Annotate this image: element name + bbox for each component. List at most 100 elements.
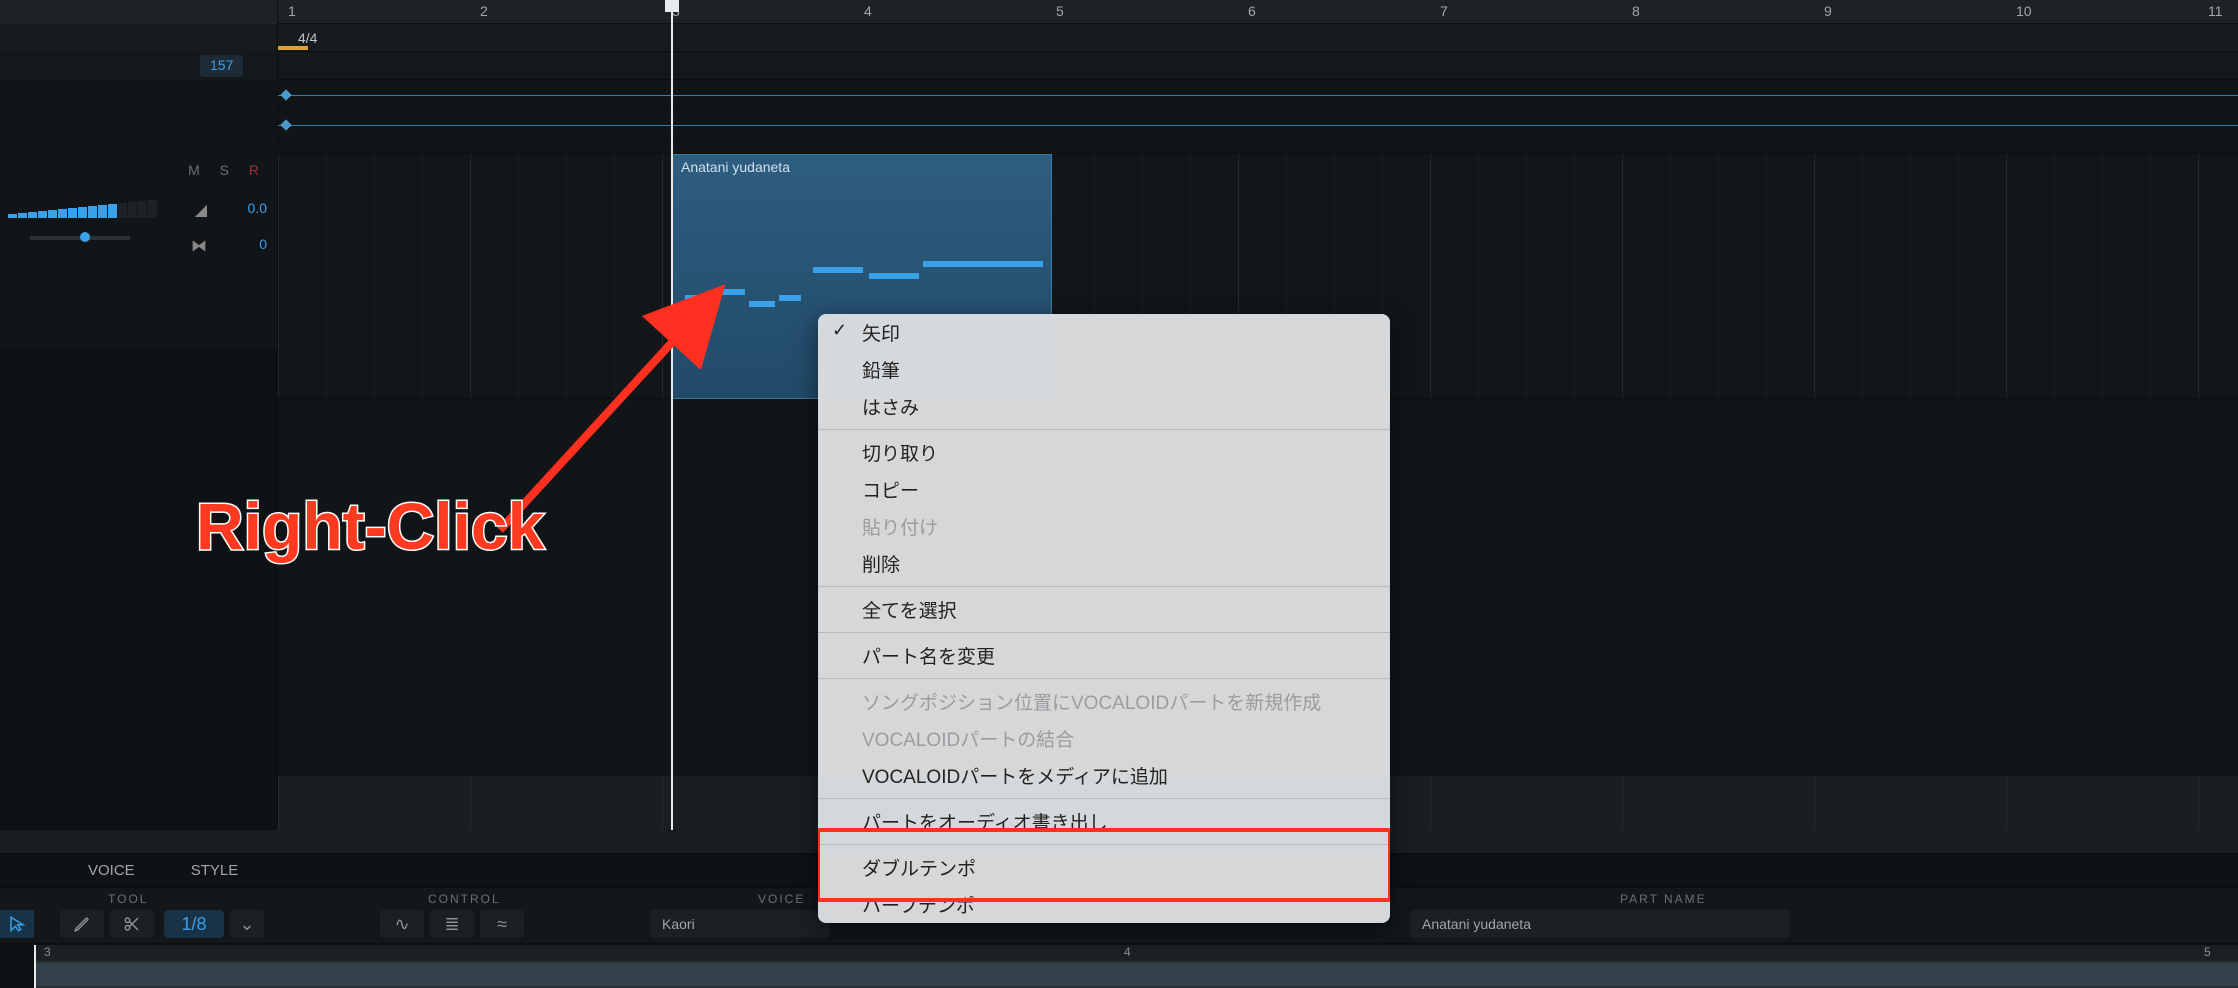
voice-select[interactable]: Kaori — [650, 910, 830, 938]
group-label-partname: PART NAME — [1620, 892, 1707, 906]
control-vibrato-button[interactable]: ≈ — [480, 910, 524, 938]
ruler-bar-num: 1 — [288, 3, 296, 19]
pan-value[interactable]: 0 — [259, 236, 267, 252]
tempo-row[interactable]: 157 — [0, 52, 2238, 80]
global-lane-spacer — [0, 140, 2238, 154]
record-button[interactable]: R — [249, 162, 267, 178]
ruler-bar-num: 2 — [480, 3, 488, 19]
global-lane-1[interactable] — [0, 80, 2238, 110]
track-header[interactable]: M S R ◢ 0.0 ⧓ 0 — [0, 154, 278, 349]
timesig-value[interactable]: 4/4 — [290, 27, 325, 49]
tool-scissors-button[interactable] — [110, 910, 154, 938]
mute-button[interactable]: M — [188, 162, 208, 178]
ctx-item-rename-part[interactable]: パート名を変更 — [818, 637, 1390, 674]
ctx-item-label: コピー — [862, 481, 919, 502]
playhead[interactable] — [671, 0, 673, 830]
tab-voice[interactable]: VOICE — [60, 853, 163, 887]
global-node[interactable] — [280, 119, 291, 130]
ctx-separator — [818, 586, 1390, 587]
solo-button[interactable]: S — [220, 162, 237, 178]
mini-clip[interactable] — [34, 963, 2238, 986]
ctx-item-label: ソングポジション位置にVOCALOIDパートを新規作成 — [862, 693, 1321, 714]
tab-style[interactable]: STYLE — [163, 853, 267, 887]
volume-icon: ◢ — [195, 200, 207, 220]
quantize-select[interactable]: 1/8 — [164, 910, 224, 938]
volume-db[interactable]: 0.0 — [248, 200, 267, 216]
ctx-item-label: パート名を変更 — [862, 647, 995, 668]
tool-pencil-button[interactable] — [60, 910, 104, 938]
ctx-item-label: はさみ — [862, 398, 919, 419]
track-state-buttons: M S R — [188, 162, 267, 178]
annotation-label: Right-Click — [196, 488, 544, 564]
ctx-item-half-tempo[interactable]: ハーフテンポ — [818, 886, 1390, 923]
ctx-separator — [818, 429, 1390, 430]
ctx-item-label: ダブルテンポ — [862, 859, 976, 880]
ruler-bar-num: 9 — [1824, 3, 1832, 19]
group-label-voice: VOICE — [758, 892, 805, 906]
control-pitch-button[interactable]: ∿ — [380, 910, 424, 938]
global-lane-gutter — [0, 80, 278, 110]
ctx-item-arrow[interactable]: ✓ 矢印 — [818, 314, 1390, 351]
track-list-empty[interactable] — [0, 349, 278, 830]
mini-bar-num: 5 — [2204, 945, 2211, 959]
pan-slider-knob[interactable] — [80, 232, 90, 242]
ctx-separator — [818, 678, 1390, 679]
tempo-gutter: 157 — [0, 52, 278, 80]
mini-timeline[interactable]: 3 4 5 — [0, 944, 2238, 988]
volume-meter[interactable] — [8, 204, 168, 218]
context-menu: ✓ 矢印 鉛筆 はさみ 切り取り コピー 貼り付け 削除 全てを選択 パート名を… — [818, 314, 1390, 923]
partname-field[interactable]: Anatani yudaneta — [1410, 910, 1790, 938]
cursor-tool-button[interactable] — [0, 910, 34, 938]
bar-ruler[interactable]: 1 2 3 4 5 6 7 8 9 10 11 — [0, 0, 2238, 24]
ctx-item-label: パートをオーディオ書き出し — [862, 813, 1108, 834]
ruler-bar-num: 6 — [1248, 3, 1256, 19]
ctx-item-label: 切り取り — [862, 444, 938, 465]
ctx-item-paste: 貼り付け — [818, 508, 1390, 545]
ctx-item-new-part-at-songpos: ソングポジション位置にVOCALOIDパートを新規作成 — [818, 683, 1390, 720]
checkmark-icon: ✓ — [832, 320, 847, 341]
global-line — [278, 125, 2238, 126]
ctx-item-add-to-media[interactable]: VOCALOIDパートをメディアに追加 — [818, 757, 1390, 794]
voice-value: Kaori — [662, 916, 695, 932]
ruler-bar-num: 11 — [2208, 3, 2223, 19]
ctx-item-select-all[interactable]: 全てを選択 — [818, 591, 1390, 628]
quantize-dropdown-button[interactable]: ⌄ — [230, 910, 264, 938]
clip-title: Anatani yudaneta — [673, 155, 1051, 179]
timesig-gutter — [0, 24, 278, 52]
chevron-down-icon: ⌄ — [239, 914, 254, 935]
mini-lane[interactable] — [34, 961, 2238, 988]
ctx-item-label: ハーフテンポ — [862, 896, 975, 917]
ctx-item-pencil[interactable]: 鉛筆 — [818, 351, 1390, 388]
tempo-value[interactable]: 157 — [200, 55, 243, 77]
ctx-item-label: 矢印 — [862, 324, 900, 345]
ctx-item-label: VOCALOIDパートをメディアに追加 — [862, 767, 1168, 788]
ctx-item-label: VOCALOIDパートの結合 — [862, 730, 1074, 751]
timesig-row[interactable]: 4/4 — [0, 24, 2238, 52]
global-lane-gutter — [0, 140, 278, 154]
ctx-item-export-audio[interactable]: パートをオーディオ書き出し — [818, 803, 1390, 840]
ruler-bar-num: 8 — [1632, 3, 1640, 19]
partname-value: Anatani yudaneta — [1422, 916, 1531, 932]
ruler-bar-num: 10 — [2016, 3, 2032, 19]
global-line — [278, 95, 2238, 96]
global-lane-2[interactable] — [0, 110, 2238, 140]
ctx-separator — [818, 798, 1390, 799]
mini-ruler[interactable]: 3 4 5 — [34, 945, 2238, 961]
ctx-item-label: 鉛筆 — [862, 361, 900, 382]
playhead-handle[interactable] — [665, 0, 679, 12]
global-node[interactable] — [280, 89, 291, 100]
quantize-value: 1/8 — [181, 914, 206, 935]
ctx-item-cut[interactable]: 切り取り — [818, 434, 1390, 471]
control-dynamics-button[interactable]: ≣ — [430, 910, 474, 938]
ctx-item-scissors[interactable]: はさみ — [818, 388, 1390, 425]
ctx-separator — [818, 632, 1390, 633]
ctx-item-copy[interactable]: コピー — [818, 471, 1390, 508]
ruler-bar-num: 5 — [1056, 3, 1064, 19]
ctx-separator — [818, 844, 1390, 845]
mini-bar-num: 3 — [44, 945, 51, 959]
global-lane-gutter — [0, 110, 278, 140]
ctx-item-double-tempo[interactable]: ダブルテンポ — [818, 849, 1390, 886]
mini-playhead[interactable] — [34, 945, 36, 988]
pan-icon: ⧓ — [191, 236, 207, 256]
ctx-item-delete[interactable]: 削除 — [818, 545, 1390, 582]
